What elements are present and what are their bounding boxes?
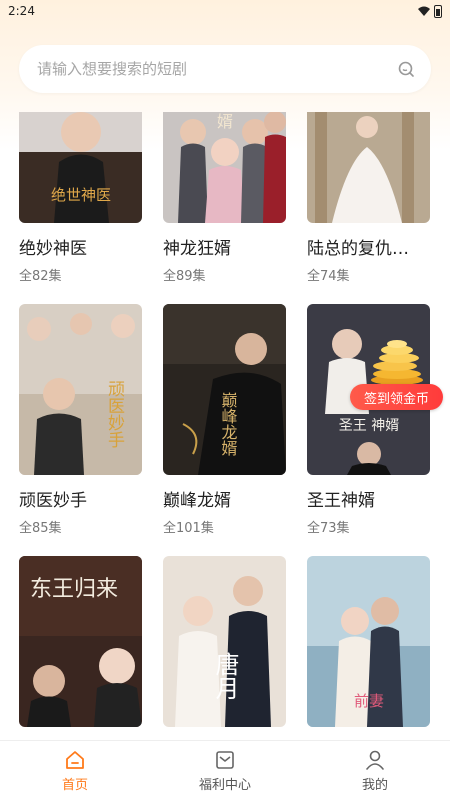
- tab-label: 我的: [361, 777, 388, 793]
- status-bar: 2:24: [0, 0, 450, 22]
- poster-image: 巅峰龙婿: [163, 304, 286, 475]
- sign-in-coins-button[interactable]: 签到领金币: [350, 384, 443, 410]
- drama-poster[interactable]: 巅峰龙婿: [163, 304, 286, 475]
- coin-stack-icon[interactable]: [367, 336, 427, 386]
- home-icon: [66, 750, 84, 769]
- poster-image: 绝世神医: [19, 112, 142, 223]
- tab-label: 首页: [61, 777, 88, 793]
- drama-card[interactable]: 巅峰龙婿 巅峰龙婿 全101集: [163, 304, 286, 536]
- poster-text: 婿: [217, 112, 233, 131]
- poster-text: 巅峰龙婿: [219, 392, 238, 457]
- episode-count: 全74集: [307, 269, 350, 284]
- bottom-tab-bar: 首页 福利中心 我的: [0, 740, 450, 800]
- episode-count: 全101集: [163, 521, 214, 536]
- poster-text: 顽医妙手: [104, 380, 125, 449]
- search-icon[interactable]: [397, 60, 415, 78]
- tab-mine[interactable]: 我的: [325, 749, 425, 793]
- gift-icon: [216, 750, 234, 769]
- poster-text: 圣王 神婿: [339, 418, 399, 434]
- episode-count: 全73集: [307, 521, 350, 536]
- episode-count: 全85集: [19, 521, 62, 536]
- poster-text: 前妻: [354, 692, 384, 710]
- battery-icon: [434, 4, 442, 18]
- drama-poster[interactable]: 前妻: [307, 556, 430, 727]
- poster-image: 唐月: [163, 556, 286, 727]
- drama-title: 神龙狂婿: [163, 239, 231, 259]
- tab-home[interactable]: 首页: [25, 749, 125, 793]
- drama-poster[interactable]: [307, 112, 430, 223]
- tab-welfare-center[interactable]: 福利中心: [175, 749, 275, 793]
- drama-card[interactable]: 唐月: [163, 556, 286, 738]
- drama-title: 绝妙神医: [19, 239, 87, 259]
- drama-card[interactable]: 前妻: [307, 556, 430, 738]
- poster-text: 绝世神医: [51, 186, 111, 204]
- drama-title: 巅峰龙婿: [163, 491, 231, 511]
- drama-title: 顽医妙手: [19, 491, 87, 511]
- poster-image: 婿: [163, 112, 286, 223]
- search-bar[interactable]: [19, 45, 431, 93]
- search-input[interactable]: [37, 60, 397, 78]
- poster-image: 前妻: [307, 556, 430, 727]
- drama-card[interactable]: 东王归来: [19, 556, 142, 738]
- drama-title: 陆总的复仇…: [307, 239, 409, 259]
- tab-label: 福利中心: [198, 777, 251, 793]
- status-time: 2:24: [8, 4, 35, 18]
- wifi-icon: [418, 6, 430, 16]
- drama-card[interactable]: 绝世神医 绝妙神医 全82集: [19, 112, 142, 284]
- poster-text: 唐月: [211, 652, 239, 700]
- status-icons: [418, 4, 442, 18]
- drama-title: 圣王神婿: [307, 491, 375, 511]
- episode-count: 全89集: [163, 269, 206, 284]
- poster-text: 东王归来: [30, 577, 118, 602]
- drama-card[interactable]: 顽医妙手 顽医妙手 全85集: [19, 304, 142, 536]
- user-icon: [366, 750, 384, 770]
- drama-poster[interactable]: 婿: [163, 112, 286, 223]
- drama-grid: 绝世神医 绝妙神医 全82集 婿 神龙狂婿 全89集 陆总的复仇… 全74集 顽…: [0, 112, 450, 740]
- drama-card[interactable]: 婿 神龙狂婿 全89集: [163, 112, 286, 284]
- poster-image: 东王归来: [19, 556, 142, 727]
- drama-poster[interactable]: 唐月: [163, 556, 286, 727]
- poster-image: 顽医妙手: [19, 304, 142, 475]
- episode-count: 全82集: [19, 269, 62, 284]
- drama-card[interactable]: 陆总的复仇… 全74集: [307, 112, 430, 284]
- poster-image: [307, 112, 430, 223]
- drama-poster[interactable]: 东王归来: [19, 556, 142, 727]
- drama-poster[interactable]: 顽医妙手: [19, 304, 142, 475]
- drama-poster[interactable]: 绝世神医: [19, 112, 142, 223]
